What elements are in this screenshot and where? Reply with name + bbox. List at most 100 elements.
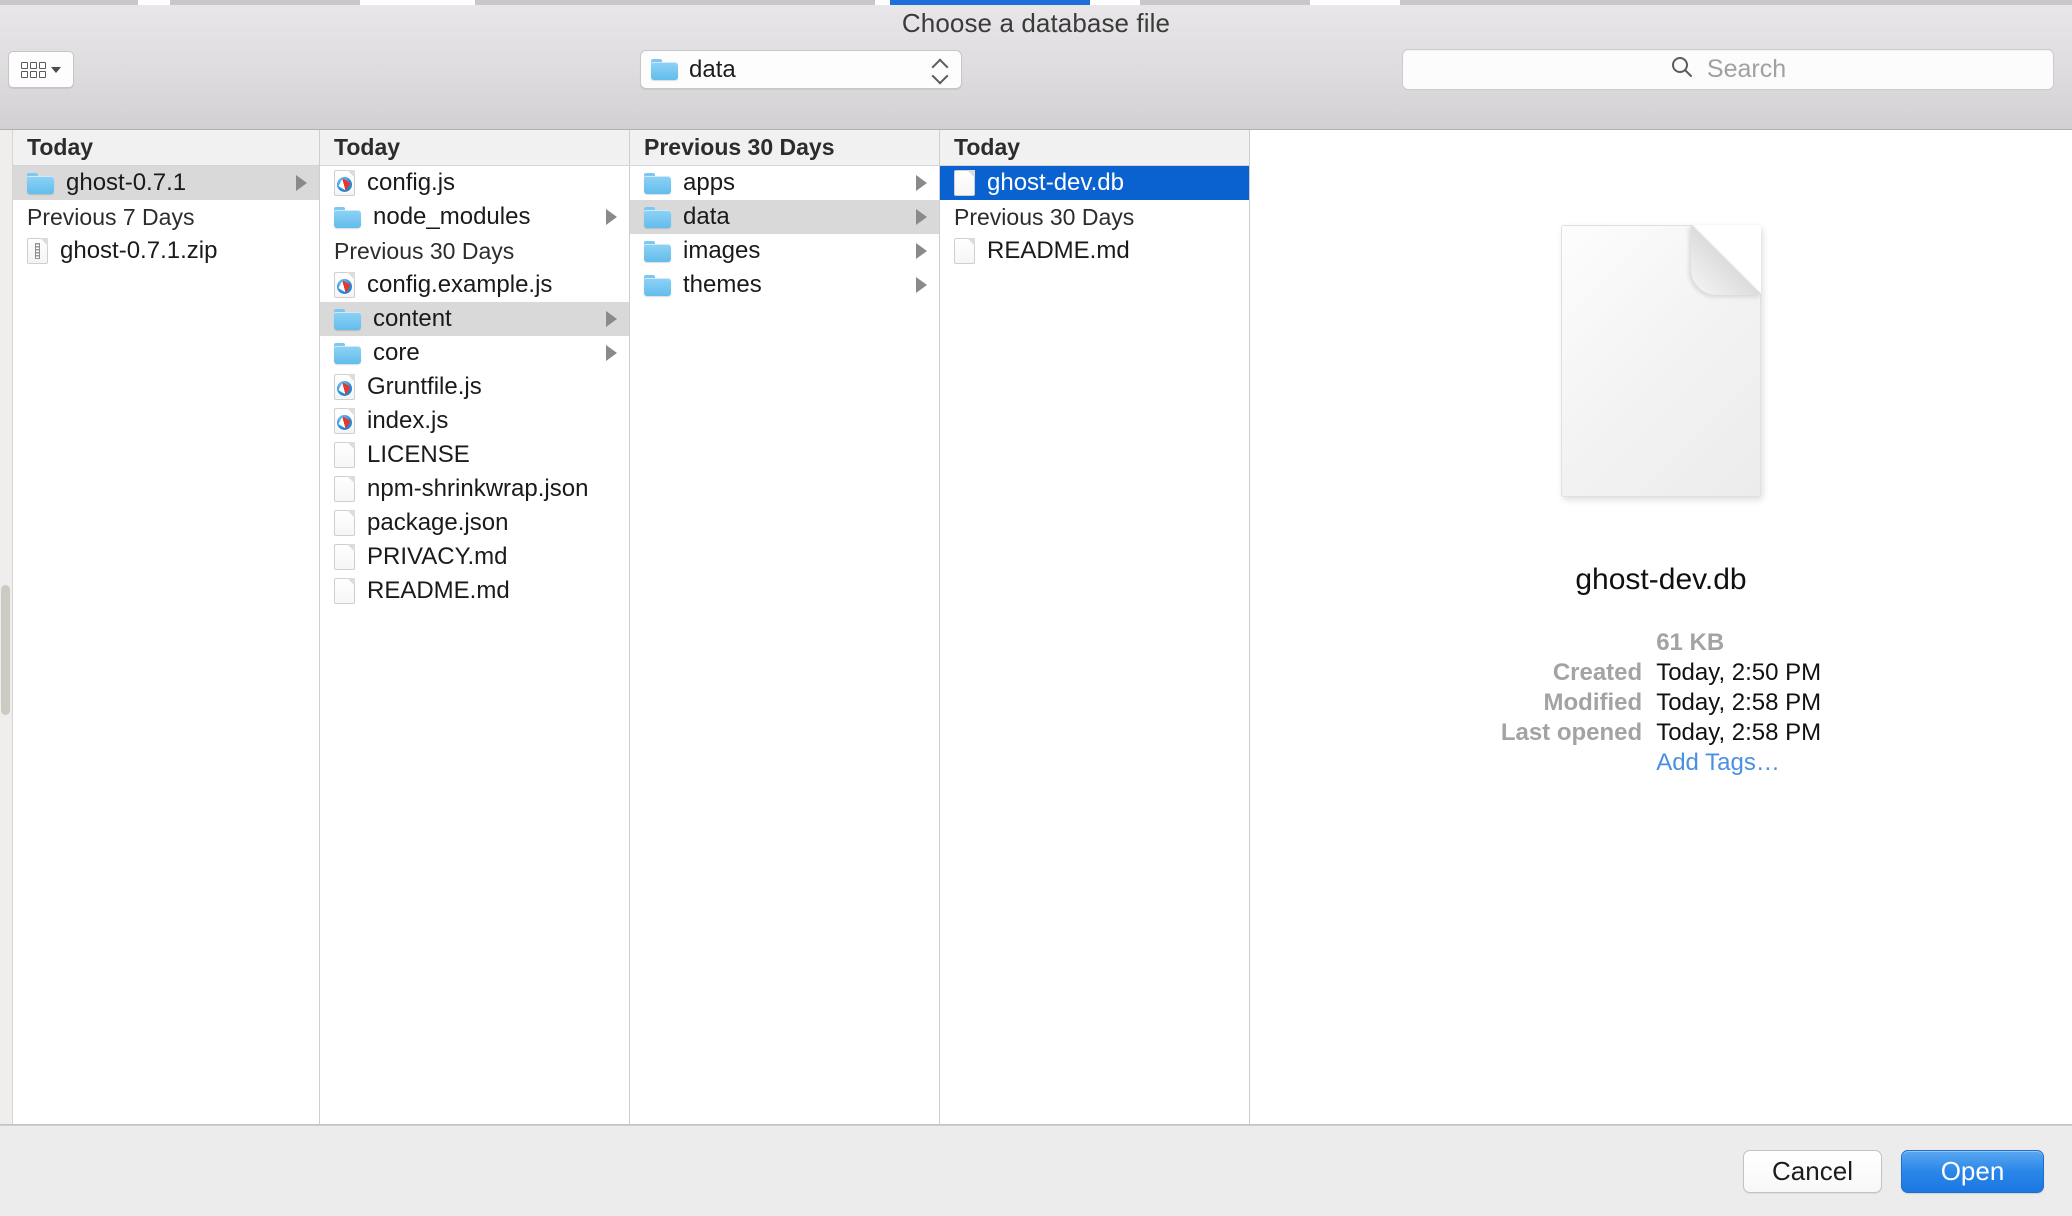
column-group-label: Previous 30 Days	[334, 237, 515, 264]
disclosure-triangle-icon[interactable]	[916, 209, 927, 225]
file-row-label: index.js	[367, 407, 449, 434]
file-row[interactable]: npm-shrinkwrap.json	[320, 472, 629, 506]
file-row-label: apps	[683, 169, 736, 196]
folder-icon	[27, 172, 54, 194]
column-header: Today	[320, 130, 629, 166]
file-row-label: config.example.js	[367, 271, 553, 298]
up-down-stepper-icon[interactable]	[933, 59, 948, 81]
browser-scrollbar[interactable]	[0, 130, 13, 1124]
path-popup-button[interactable]: data	[640, 50, 962, 89]
add-tags-link[interactable]: Add Tags…	[1656, 749, 1821, 777]
path-popup-value: data	[689, 55, 736, 83]
choose-file-dialog: Choose a database file data Search Today…	[0, 0, 2072, 1216]
document-icon	[334, 578, 355, 604]
view-mode-button[interactable]	[8, 51, 74, 88]
metadata-label: Created	[1552, 659, 1643, 686]
file-row[interactable]: README.md	[940, 234, 1249, 268]
file-row-label: ghost-dev.db	[987, 169, 1124, 196]
file-row-label: node_modules	[373, 203, 531, 230]
disclosure-triangle-icon[interactable]	[916, 277, 927, 293]
chevron-down-icon	[51, 66, 61, 73]
metadata-value: Today, 2:58 PM	[1656, 689, 1822, 716]
file-row[interactable]: index.js	[320, 404, 629, 438]
js-file-icon	[334, 272, 355, 298]
file-row[interactable]: core	[320, 336, 629, 370]
disclosure-triangle-icon[interactable]	[606, 311, 617, 327]
folder-icon	[644, 274, 671, 296]
cancel-button[interactable]: Cancel	[1743, 1149, 1882, 1193]
file-row-label: ghost-0.7.1.zip	[60, 237, 218, 264]
file-row-label: package.json	[367, 509, 509, 536]
search-placeholder: Search	[1706, 55, 1787, 83]
document-icon	[334, 442, 355, 468]
file-row-label: Gruntfile.js	[367, 373, 482, 400]
file-row[interactable]: README.md	[320, 574, 629, 608]
file-row[interactable]: content	[320, 302, 629, 336]
scrollbar-thumb[interactable]	[1, 585, 10, 715]
file-row[interactable]: ghost-dev.db	[940, 166, 1249, 200]
file-row[interactable]: apps	[630, 166, 939, 200]
column-header: Previous 30 Days	[630, 130, 939, 166]
file-row[interactable]: package.json	[320, 506, 629, 540]
file-row-label: themes	[683, 271, 762, 298]
document-icon	[334, 476, 355, 502]
folder-icon	[644, 240, 671, 262]
folder-icon	[644, 206, 671, 228]
column-group-label: Previous 7 Days	[27, 203, 195, 230]
metadata-label: Modified	[1543, 689, 1643, 716]
file-row-label: core	[373, 339, 420, 366]
file-row-label: LICENSE	[367, 441, 470, 468]
search-field[interactable]: Search	[1402, 49, 2054, 90]
js-file-icon	[334, 374, 355, 400]
js-file-icon	[334, 170, 355, 196]
file-row[interactable]: data	[630, 200, 939, 234]
file-row-label: data	[683, 203, 730, 230]
zip-file-icon	[27, 238, 48, 264]
column-group-label: Previous 30 Days	[954, 203, 1135, 230]
disclosure-triangle-icon[interactable]	[606, 209, 617, 225]
file-row[interactable]: ghost-0.7.1	[13, 166, 319, 200]
icon-grid-view-icon	[21, 61, 46, 78]
file-row[interactable]: LICENSE	[320, 438, 629, 472]
folder-icon	[334, 308, 361, 330]
file-row[interactable]: PRIVACY.md	[320, 540, 629, 574]
file-row-label: config.js	[367, 169, 456, 196]
document-icon	[334, 544, 355, 570]
dialog-footer: Cancel Open	[0, 1125, 2072, 1216]
file-row[interactable]: config.example.js	[320, 268, 629, 302]
file-row[interactable]: themes	[630, 268, 939, 302]
file-row[interactable]: node_modules	[320, 200, 629, 234]
disclosure-triangle-icon[interactable]	[296, 175, 307, 191]
column-header: Today	[940, 130, 1249, 166]
folder-icon	[334, 342, 361, 364]
window-top-edge	[0, 0, 2072, 5]
disclosure-triangle-icon[interactable]	[916, 175, 927, 191]
preview-filename: ghost-dev.db	[1575, 563, 1747, 596]
browser-column-2: Today config.js node_modules Previous 30 Da…	[320, 130, 630, 1124]
disclosure-triangle-icon[interactable]	[916, 243, 927, 259]
file-row-label: ghost-0.7.1	[66, 169, 187, 196]
disclosure-triangle-icon[interactable]	[606, 345, 617, 361]
document-icon	[954, 238, 975, 264]
file-row-label: content	[373, 305, 452, 332]
document-icon	[954, 170, 975, 196]
metadata-value: Today, 2:58 PM	[1656, 719, 1822, 746]
metadata-label: Last opened	[1500, 719, 1643, 746]
column-browser: Today ghost-0.7.1 Previous 7 Days ghost-0.7…	[0, 130, 2072, 1125]
browser-column-3: Previous 30 Days apps data images themes	[630, 130, 940, 1124]
large-document-icon	[1561, 225, 1761, 497]
file-row[interactable]: images	[630, 234, 939, 268]
dialog-title: Choose a database file	[901, 8, 1171, 38]
folder-icon	[644, 172, 671, 194]
file-row-label: npm-shrinkwrap.json	[367, 475, 589, 502]
file-row[interactable]: config.js	[320, 166, 629, 200]
open-button[interactable]: Open	[1901, 1149, 2044, 1193]
file-row-label: images	[683, 237, 761, 264]
browser-column-1: Today ghost-0.7.1 Previous 7 Days ghost-0.7…	[0, 130, 320, 1124]
file-row[interactable]: ghost-0.7.1.zip	[13, 234, 319, 268]
search-icon	[1670, 55, 1694, 84]
file-row-label: README.md	[367, 577, 510, 604]
js-file-icon	[334, 408, 355, 434]
document-icon	[334, 510, 355, 536]
file-row[interactable]: Gruntfile.js	[320, 370, 629, 404]
